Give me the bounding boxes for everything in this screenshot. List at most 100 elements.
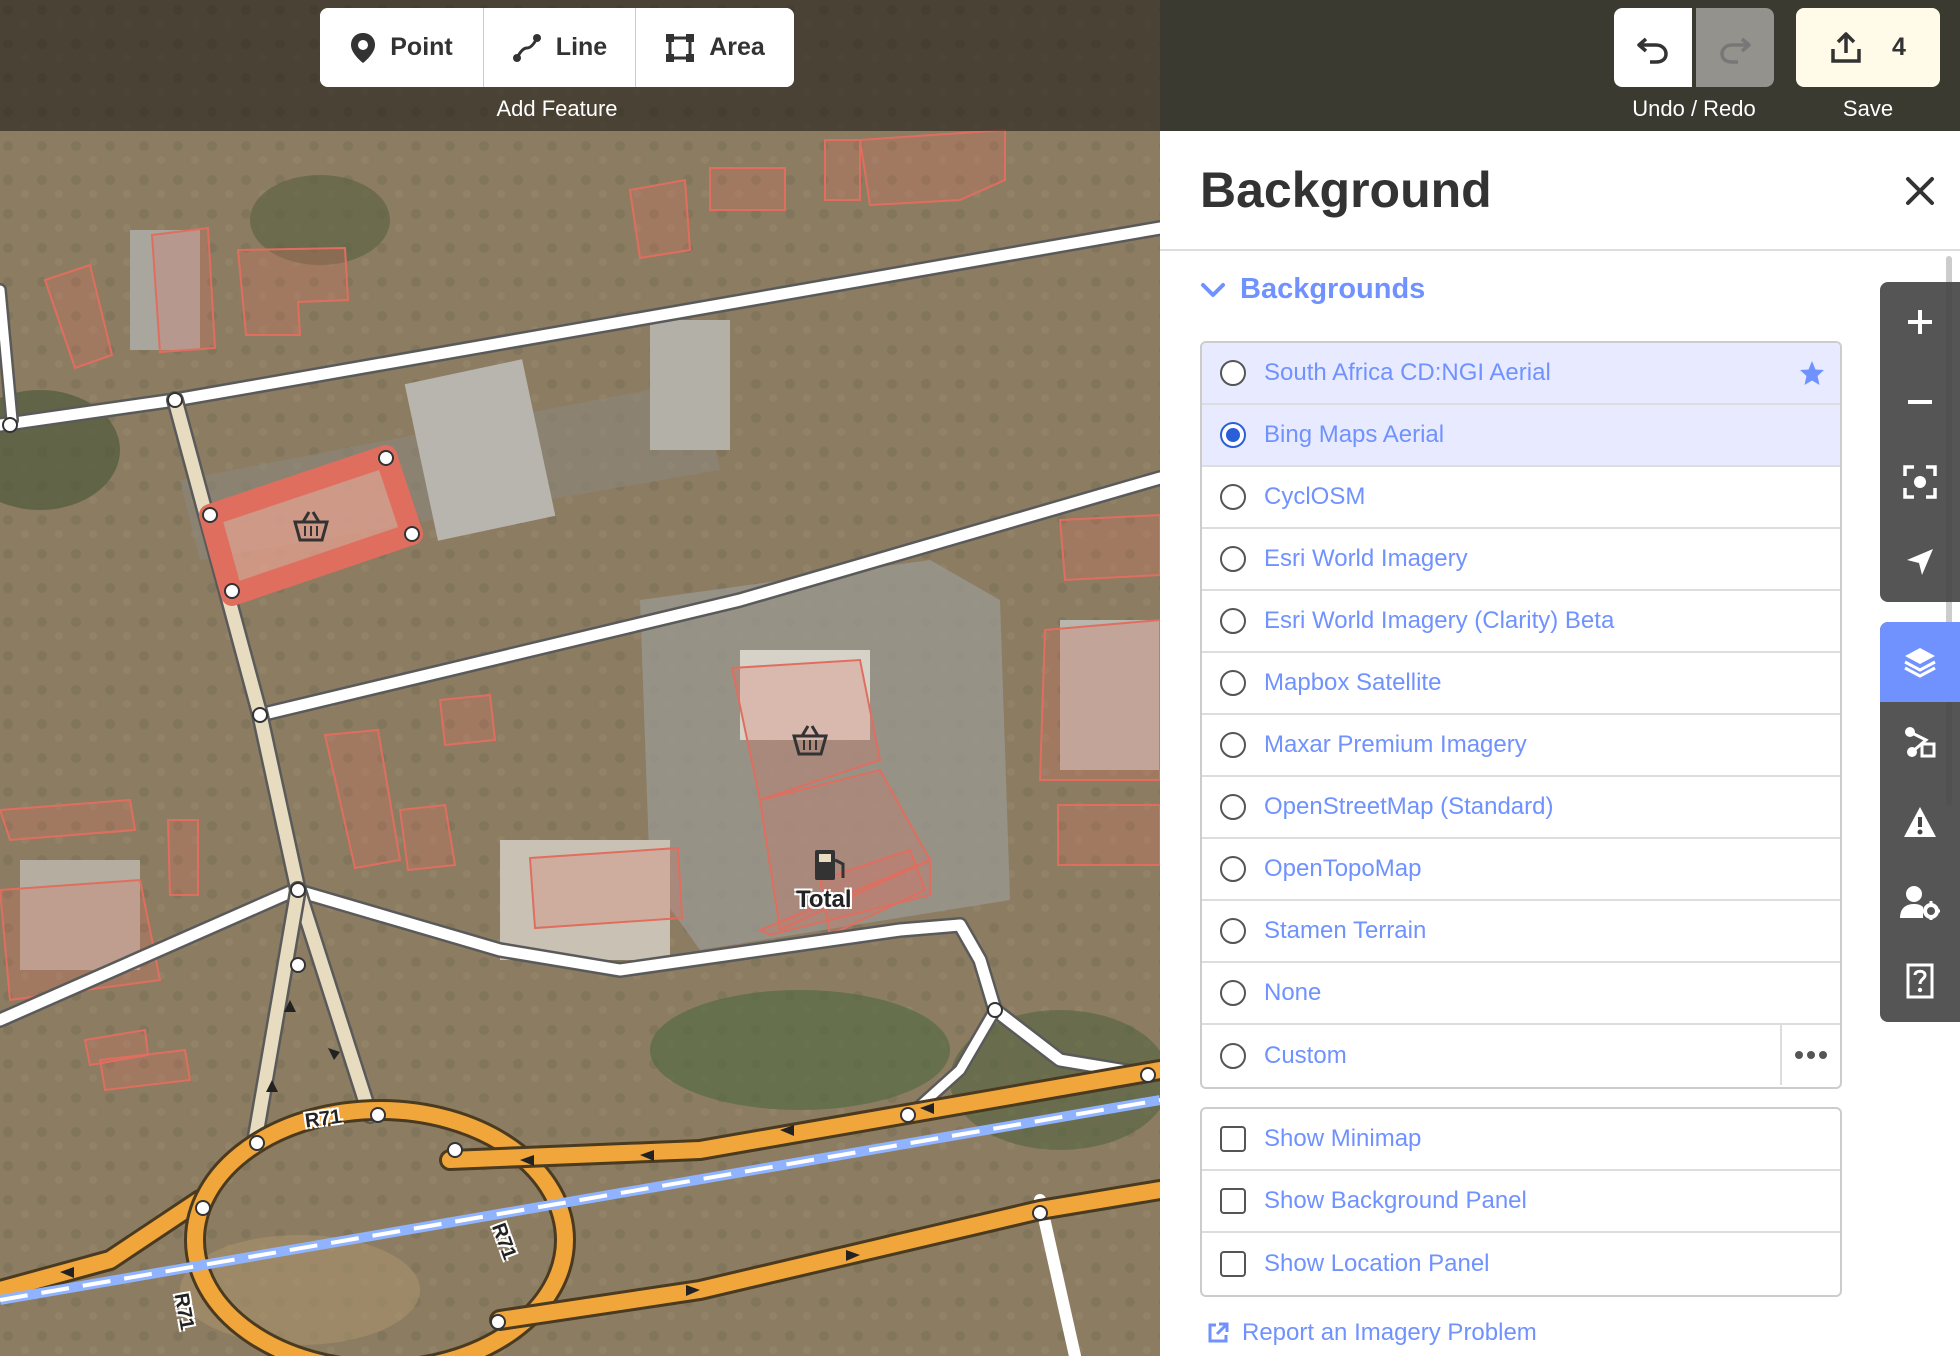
preferences-icon <box>1900 886 1940 920</box>
chevron-down-icon <box>1201 282 1225 297</box>
radio-button[interactable] <box>1220 794 1246 820</box>
display-options-list: Show Minimap Show Background Panel Show … <box>1200 1107 1842 1297</box>
background-option[interactable]: Maxar Premium Imagery <box>1202 715 1840 777</box>
undo-redo-caption: Undo / Redo <box>1632 96 1756 121</box>
background-option-label: Esri World Imagery <box>1264 545 1468 572</box>
issues-pane-button[interactable] <box>1880 782 1960 862</box>
pane-controls <box>1880 622 1960 1022</box>
radio-button[interactable] <box>1220 1043 1246 1069</box>
marker-icon <box>351 32 376 63</box>
panel-header: Background <box>1160 131 1960 251</box>
radio-button[interactable] <box>1220 732 1246 758</box>
radio-button[interactable] <box>1220 608 1246 634</box>
radio-button[interactable] <box>1220 546 1246 572</box>
geolocate-button[interactable] <box>1880 522 1960 602</box>
add-line-button[interactable]: Line <box>484 8 636 87</box>
issues-icon <box>1904 807 1936 837</box>
line-icon <box>512 33 541 62</box>
background-option[interactable]: Mapbox Satellite <box>1202 653 1840 715</box>
background-option-label: Bing Maps Aerial <box>1264 421 1445 448</box>
map-data-pane-button[interactable] <box>1880 702 1960 782</box>
undo-button[interactable] <box>1614 8 1692 87</box>
background-option[interactable]: Esri World Imagery <box>1202 529 1840 591</box>
area-icon <box>666 33 695 62</box>
option-row[interactable]: Show Minimap <box>1202 1109 1840 1171</box>
option-label: Show Location Panel <box>1264 1250 1490 1277</box>
save-button[interactable]: 4 <box>1796 8 1940 87</box>
radio-button[interactable] <box>1220 918 1246 944</box>
background-option-label: CyclOSM <box>1264 483 1366 510</box>
undo-icon <box>1637 37 1668 64</box>
background-layers-icon <box>1904 648 1936 678</box>
radio-button[interactable] <box>1220 422 1246 448</box>
report-imagery-link[interactable]: Report an Imagery Problem <box>1206 1319 1537 1347</box>
radio-button[interactable] <box>1220 360 1246 386</box>
zoom-out-button[interactable] <box>1880 362 1960 442</box>
background-panel: Background Backgrounds South Africa CD:N… <box>1160 131 1960 1356</box>
zoom-out-icon <box>1908 400 1932 404</box>
help-pane-button[interactable] <box>1880 942 1960 1022</box>
map-data-icon <box>1905 727 1936 758</box>
redo-icon <box>1720 37 1751 64</box>
add-point-button[interactable]: Point <box>320 8 484 87</box>
option-label: Show Background Panel <box>1264 1187 1527 1214</box>
map-canvas[interactable]: Total R71 R71 R71 <box>0 0 1160 1356</box>
add-feature-group: Point Line Area <box>320 8 794 87</box>
background-option-custom[interactable]: Custom <box>1202 1025 1840 1087</box>
custom-edit-button[interactable] <box>1780 1025 1840 1085</box>
redo-button[interactable] <box>1696 8 1774 87</box>
preferences-pane-button[interactable] <box>1880 862 1960 942</box>
radio-button[interactable] <box>1220 856 1246 882</box>
radio-button[interactable] <box>1220 980 1246 1006</box>
zoom-in-button[interactable] <box>1880 282 1960 362</box>
background-option-label: Mapbox Satellite <box>1264 669 1442 696</box>
background-option-label: Maxar Premium Imagery <box>1264 731 1527 758</box>
more-icon <box>1795 1051 1827 1059</box>
radio-button[interactable] <box>1220 484 1246 510</box>
background-option-label: None <box>1264 979 1322 1006</box>
poi-label-total: Total <box>796 886 852 913</box>
add-feature-caption: Add Feature <box>496 96 618 121</box>
report-link-label: Report an Imagery Problem <box>1242 1319 1537 1346</box>
background-option[interactable]: Esri World Imagery (Clarity) Beta <box>1202 591 1840 653</box>
background-option-label: Stamen Terrain <box>1264 917 1427 944</box>
option-row[interactable]: Show Background Panel <box>1202 1171 1840 1233</box>
background-option-label: South Africa CD:NGI Aerial <box>1264 359 1551 386</box>
zoom-to-selection-icon <box>1903 465 1937 499</box>
background-option[interactable]: Stamen Terrain <box>1202 901 1840 963</box>
checkbox[interactable] <box>1220 1126 1246 1152</box>
checkbox[interactable] <box>1220 1188 1246 1214</box>
background-pane-button[interactable] <box>1880 622 1960 702</box>
background-option[interactable]: South Africa CD:NGI Aerial <box>1202 343 1840 405</box>
close-icon[interactable] <box>1900 171 1940 211</box>
panel-title: Background <box>1200 162 1492 218</box>
add-point-label: Point <box>390 33 453 61</box>
checkbox[interactable] <box>1220 1251 1246 1277</box>
background-option-label: OpenTopoMap <box>1264 855 1422 882</box>
background-option[interactable]: OpenTopoMap <box>1202 839 1840 901</box>
save-caption: Save <box>1842 96 1894 121</box>
background-option[interactable]: None <box>1202 963 1840 1025</box>
background-option[interactable]: OpenStreetMap (Standard) <box>1202 777 1840 839</box>
zoom-to-selection-button[interactable] <box>1880 442 1960 522</box>
map-controls <box>1880 282 1960 602</box>
background-option-label: Esri World Imagery (Clarity) Beta <box>1264 607 1615 634</box>
map-svg[interactable] <box>0 0 1160 1356</box>
option-row[interactable]: Show Location Panel <box>1202 1233 1840 1295</box>
background-list: South Africa CD:NGI Aerial Bing Maps Aer… <box>1200 341 1842 1089</box>
section-title: Backgrounds <box>1240 273 1426 305</box>
background-option[interactable]: Bing Maps Aerial <box>1202 405 1840 467</box>
radio-button[interactable] <box>1220 670 1246 696</box>
add-area-button[interactable]: Area <box>636 8 794 87</box>
star-icon <box>1800 361 1824 385</box>
undo-redo-group <box>1614 8 1774 87</box>
geolocate-icon <box>1907 549 1933 575</box>
background-option[interactable]: CyclOSM <box>1202 467 1840 529</box>
zoom-in-icon <box>1908 310 1932 334</box>
add-line-label: Line <box>555 33 608 61</box>
upload-icon <box>1831 31 1861 63</box>
save-count: 4 <box>1892 33 1906 61</box>
help-icon <box>1906 963 1934 999</box>
background-option-label: Custom <box>1264 1042 1347 1069</box>
backgrounds-section-toggle[interactable]: Backgrounds <box>1200 273 1425 306</box>
